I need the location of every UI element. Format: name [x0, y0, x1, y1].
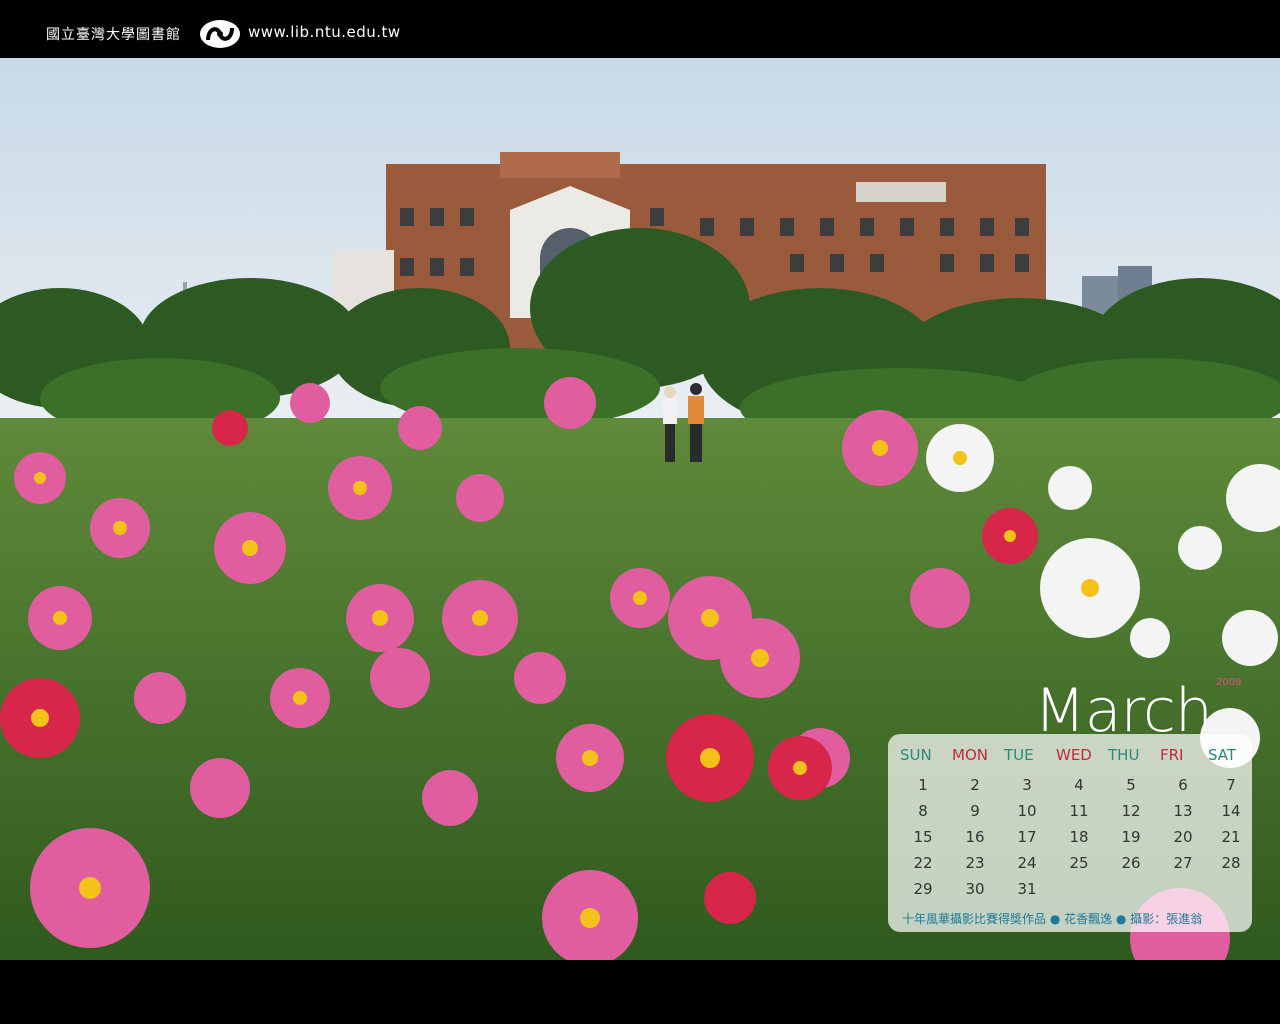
calendar-day: 14	[1221, 802, 1241, 820]
calendar-day: 29	[913, 880, 933, 898]
weekday-header: WED	[1056, 746, 1092, 764]
calendar-day: 17	[1017, 828, 1037, 846]
calendar-day: 4	[1074, 776, 1084, 794]
top-bar: 國立臺灣大學圖書館 www.lib.ntu.edu.tw	[0, 0, 1280, 58]
calendar-day: 22	[913, 854, 933, 872]
calendar-day: 19	[1121, 828, 1141, 846]
calendar-day: 21	[1221, 828, 1241, 846]
ntu-library-logo-icon	[198, 18, 242, 50]
calendar-day: 6	[1178, 776, 1188, 794]
calendar-day: 8	[918, 802, 928, 820]
calendar-day: 20	[1173, 828, 1193, 846]
photo-credit: 十年風華攝影比賽得獎作品 ● 花香飄逸 ● 攝影：張進翁	[902, 912, 1203, 926]
calendar-day: 13	[1173, 802, 1193, 820]
calendar-day: 25	[1069, 854, 1089, 872]
calendar-day: 31	[1017, 880, 1037, 898]
weekday-header: FRI	[1160, 746, 1184, 764]
bottom-bar	[0, 960, 1280, 1024]
calendar-day: 15	[913, 828, 933, 846]
weekday-header: SUN	[900, 746, 932, 764]
calendar-day: 27	[1173, 854, 1193, 872]
org-name: 國立臺灣大學圖書館	[46, 27, 181, 43]
calendar-day: 16	[965, 828, 985, 846]
weekday-header: MON	[952, 746, 988, 764]
calendar-day: 7	[1226, 776, 1236, 794]
calendar-day: 10	[1017, 802, 1037, 820]
calendar-day: 1	[918, 776, 928, 794]
weekday-header: THU	[1108, 746, 1140, 764]
calendar-day: 23	[965, 854, 985, 872]
calendar-day: 18	[1069, 828, 1089, 846]
weekday-header: TUE	[1004, 746, 1034, 764]
weekday-header: SAT	[1208, 746, 1237, 764]
calendar-day: 24	[1017, 854, 1037, 872]
calendar-day: 12	[1121, 802, 1141, 820]
calendar-panel: SUN MON TUE WED THU FRI SAT 1 2 3 4 5 6 7 8 9 10 11 12 13 1…	[888, 734, 1252, 932]
calendar-day: 26	[1121, 854, 1141, 872]
calendar-day: 5	[1126, 776, 1136, 794]
calendar-day: 2	[970, 776, 980, 794]
calendar-day: 28	[1221, 854, 1241, 872]
calendar-day: 3	[1022, 776, 1032, 794]
calendar-day: 30	[965, 880, 985, 898]
calendar-year: 2009	[1216, 677, 1242, 688]
website-url[interactable]: www.lib.ntu.edu.tw	[248, 23, 401, 41]
calendar-day: 11	[1069, 802, 1089, 820]
calendar-day: 9	[970, 802, 980, 820]
